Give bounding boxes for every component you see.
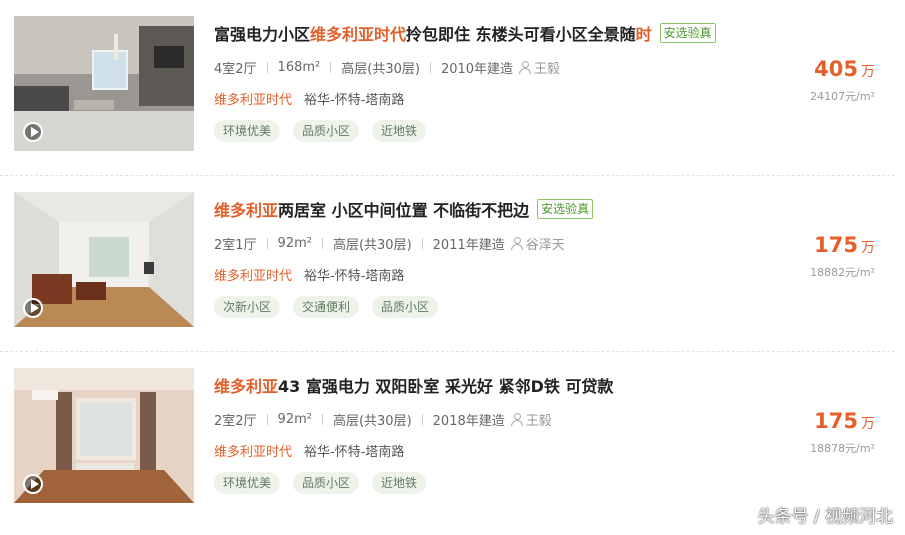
floor-area: 92m² <box>277 412 312 427</box>
title-text: 两居室 小区中间位置 不临街不把边 <box>278 201 530 220</box>
play-video-icon[interactable] <box>23 298 43 318</box>
unit-price: 24107元/m² <box>810 90 875 103</box>
divider <box>330 62 332 73</box>
verified-badge: 安选验真 <box>659 23 716 43</box>
listing-photo[interactable] <box>14 368 194 503</box>
agent-name: 王毅 <box>534 62 561 77</box>
build-year: 2018年建造 <box>432 414 505 429</box>
person-icon <box>510 413 523 426</box>
title-text: 拎包即住 东楼头可看小区全景随 <box>406 25 636 44</box>
floor-level: 高层(共30层) <box>332 238 412 253</box>
listing-title[interactable]: 维多利亚 两居室 小区中间位置 不临街不把边 安选验真 <box>214 196 594 222</box>
listing-photo[interactable] <box>14 16 194 151</box>
price-value: 175 <box>814 233 858 257</box>
title-highlight: 时 <box>635 25 652 44</box>
price-unit: 万 <box>861 64 875 80</box>
verified-badge: 安选验真 <box>537 199 594 219</box>
price-block: 405 万 24107元/m² <box>810 56 875 104</box>
watermark: 头条号 / 视频河北 <box>757 507 893 527</box>
title-text: 富强电力小区 <box>214 25 311 44</box>
price-value: 405 <box>814 57 858 81</box>
title-text: 43 富强电力 双阳卧室 采光好 紧邻D铁 可贷款 <box>278 377 614 396</box>
person-icon <box>519 61 532 74</box>
room-layout: 2室1厅 <box>214 238 257 253</box>
area-text: 裕华-怀特-塔南路 <box>304 445 405 460</box>
tag-list: 次新小区 交通便利 品质小区 <box>214 296 451 318</box>
divider <box>321 238 323 249</box>
community-link[interactable]: 维多利亚时代 <box>214 265 292 284</box>
listing-location: 维多利亚时代 裕华-怀特-塔南路 <box>214 265 404 284</box>
person-icon <box>510 237 523 250</box>
divider <box>421 414 423 425</box>
listing-location: 维多利亚时代 裕华-怀特-塔南路 <box>214 441 404 460</box>
feature-tag: 近地铁 <box>372 472 427 494</box>
listing-info: 4室2厅 168m² 高层(共30层) 2010年建造 王毅 <box>214 58 560 77</box>
feature-tag: 品质小区 <box>293 472 360 494</box>
listing-info: 2室2厅 92m² 高层(共30层) 2018年建造 王毅 <box>214 410 552 429</box>
agent-name: 王毅 <box>525 414 552 429</box>
price-unit: 万 <box>861 416 875 432</box>
title-highlight: 维多利亚 <box>214 377 279 396</box>
play-video-icon[interactable] <box>23 474 43 494</box>
listing-info: 2室1厅 92m² 高层(共30层) 2011年建造 谷泽天 <box>214 234 565 253</box>
divider <box>266 62 268 73</box>
unit-price: 18878元/m² <box>810 442 875 455</box>
agent[interactable]: 王毅 <box>510 410 552 429</box>
play-video-icon[interactable] <box>23 122 43 142</box>
agent-name: 谷泽天 <box>525 238 565 253</box>
agent[interactable]: 王毅 <box>519 58 560 77</box>
tag-list: 环境优美 品质小区 近地铁 <box>214 120 439 142</box>
divider <box>321 414 323 425</box>
listing-title[interactable]: 富强电力小区 维多利亚时代 拎包即住 东楼头可看小区全景随 时 安选验真 <box>214 20 716 46</box>
build-year: 2010年建造 <box>440 62 514 77</box>
total-price: 175 万 <box>810 232 875 261</box>
title-highlight: 维多利亚 <box>214 201 279 220</box>
total-price: 405 万 <box>810 56 875 85</box>
divider <box>421 238 423 249</box>
floor-area: 92m² <box>277 236 312 251</box>
tag-list: 环境优美 品质小区 近地铁 <box>214 472 439 494</box>
price-value: 175 <box>814 409 858 433</box>
feature-tag: 品质小区 <box>293 120 360 142</box>
divider <box>429 62 431 73</box>
community-link[interactable]: 维多利亚时代 <box>214 89 292 108</box>
feature-tag: 交通便利 <box>293 296 360 318</box>
feature-tag: 近地铁 <box>372 120 427 142</box>
floor-level: 高层(共30层) <box>341 62 420 77</box>
feature-tag: 环境优美 <box>214 120 281 142</box>
price-block: 175 万 18878元/m² <box>810 408 875 456</box>
community-link[interactable]: 维多利亚时代 <box>214 441 292 460</box>
price-unit: 万 <box>861 240 875 256</box>
listing-photo[interactable] <box>14 192 194 327</box>
build-year: 2011年建造 <box>432 238 505 253</box>
divider <box>266 238 268 249</box>
unit-price: 18882元/m² <box>810 266 875 279</box>
room-layout: 4室2厅 <box>214 62 257 77</box>
feature-tag: 品质小区 <box>372 296 439 318</box>
area-text: 裕华-怀特-塔南路 <box>304 93 405 108</box>
listing-title[interactable]: 维多利亚 43 富强电力 双阳卧室 采光好 紧邻D铁 可贷款 <box>214 372 613 398</box>
area-text: 裕华-怀特-塔南路 <box>304 269 405 284</box>
listing-card[interactable]: 富强电力小区 维多利亚时代 拎包即住 东楼头可看小区全景随 时 安选验真 4室2… <box>0 0 905 176</box>
feature-tag: 环境优美 <box>214 472 281 494</box>
title-highlight: 维多利亚时代 <box>310 25 407 44</box>
room-layout: 2室2厅 <box>214 414 257 429</box>
agent[interactable]: 谷泽天 <box>510 234 565 253</box>
floor-level: 高层(共30层) <box>332 414 412 429</box>
price-block: 175 万 18882元/m² <box>810 232 875 280</box>
listing-location: 维多利亚时代 裕华-怀特-塔南路 <box>214 89 404 108</box>
floor-area: 168m² <box>277 60 321 75</box>
feature-tag: 次新小区 <box>214 296 281 318</box>
divider <box>266 414 268 425</box>
listing-card[interactable]: 维多利亚 两居室 小区中间位置 不临街不把边 安选验真 2室1厅 92m² 高层… <box>0 176 905 352</box>
total-price: 175 万 <box>810 408 875 437</box>
